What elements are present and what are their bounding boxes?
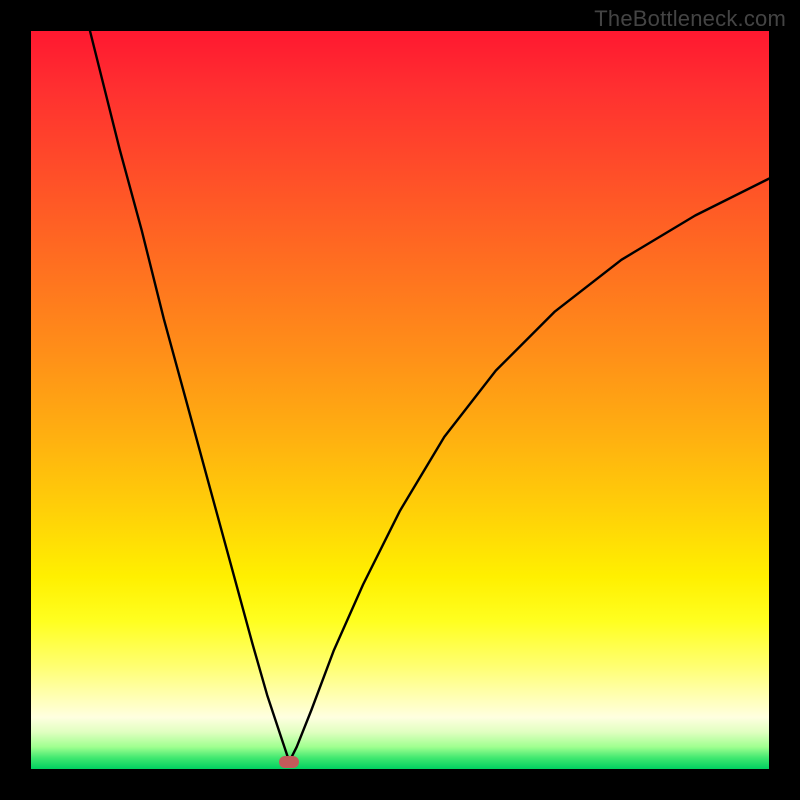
bottleneck-curve (31, 31, 769, 769)
optimum-marker (279, 756, 299, 768)
watermark-text: TheBottleneck.com (594, 6, 786, 32)
chart-plot-area (31, 31, 769, 769)
